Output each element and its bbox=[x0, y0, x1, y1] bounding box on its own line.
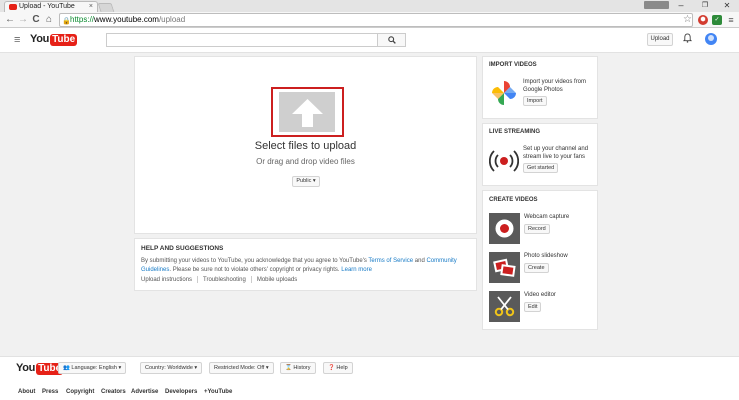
divider bbox=[197, 276, 199, 283]
upload-button[interactable]: Upload bbox=[647, 33, 673, 46]
help-button[interactable]: ❓ Help bbox=[323, 362, 353, 374]
history-button[interactable]: ⌛ History bbox=[280, 362, 316, 374]
country-dropdown[interactable]: Country: Worldwide ▾ bbox=[140, 362, 203, 374]
guide-menu-icon[interactable]: ≡ bbox=[14, 34, 20, 46]
drag-drop-label: Or drag and drop video files bbox=[256, 157, 355, 166]
live-streaming-title: LIVE STREAMING bbox=[489, 129, 541, 135]
back-icon[interactable]: ← bbox=[4, 13, 16, 27]
footer-link-press[interactable]: Press bbox=[42, 389, 58, 395]
lock-icon: 🔒 bbox=[62, 18, 71, 25]
record-button[interactable]: Record bbox=[524, 224, 550, 234]
url-host: www.youtube.com bbox=[94, 15, 159, 24]
mobile-uploads-link[interactable]: Mobile uploads bbox=[257, 277, 297, 283]
import-button[interactable]: Import bbox=[523, 96, 547, 106]
browser-menu-icon[interactable]: ≡ bbox=[725, 13, 737, 27]
logo-you-text: You bbox=[30, 33, 50, 45]
troubleshooting-link[interactable]: Troubleshooting bbox=[203, 277, 246, 283]
help-text-before: By submitting your videos to YouTube, yo… bbox=[141, 258, 369, 264]
select-files-label[interactable]: Select files to upload bbox=[134, 140, 477, 152]
google-photos-icon bbox=[492, 81, 516, 105]
video-editor-scissors-icon bbox=[489, 291, 520, 322]
bookmark-star-icon[interactable]: ☆ bbox=[683, 13, 692, 27]
search-icon bbox=[387, 36, 396, 44]
language-value: Language: English ▾ bbox=[71, 365, 122, 371]
footer-link-advertise[interactable]: Advertise bbox=[131, 389, 158, 395]
divider bbox=[250, 276, 252, 283]
logo-tube-text: Tube bbox=[50, 34, 78, 46]
video-editor-label: Video editor bbox=[524, 292, 556, 298]
minimize-icon[interactable]: – bbox=[672, 0, 690, 11]
search-input[interactable] bbox=[106, 33, 378, 47]
webcam-capture-label: Webcam capture bbox=[524, 214, 570, 220]
home-icon[interactable]: ⌂ bbox=[43, 13, 55, 27]
help-title: HELP AND SUGGESTIONS bbox=[141, 245, 224, 252]
learn-more-link[interactable]: Learn more bbox=[341, 267, 372, 273]
import-videos-title: IMPORT VIDEOS bbox=[489, 62, 537, 68]
edit-button[interactable]: Edit bbox=[524, 302, 542, 312]
get-started-button[interactable]: Get started bbox=[523, 163, 559, 173]
photo-slideshow-icon bbox=[489, 252, 520, 283]
import-videos-description: Import your videos from Google Photos bbox=[523, 79, 587, 93]
live-streaming-description: Set up your channel and stream live to y… bbox=[523, 146, 589, 160]
url-scheme: https:// bbox=[70, 15, 95, 24]
forward-icon[interactable]: → bbox=[17, 13, 29, 27]
search-button[interactable] bbox=[377, 33, 406, 47]
help-links: Upload instructions Troubleshooting Mobile… bbox=[141, 276, 297, 283]
footer-link-copyright[interactable]: Copyright bbox=[66, 389, 94, 395]
notifications-bell-icon[interactable] bbox=[682, 33, 693, 46]
restricted-mode-dropdown[interactable]: Restricted Mode: Off ▾ bbox=[209, 362, 274, 374]
url-path: /upload bbox=[158, 15, 186, 24]
address-bar[interactable]: 🔒 https://www.youtube.com/upload bbox=[59, 13, 693, 27]
help-text-and: and bbox=[413, 258, 427, 264]
terms-of-service-link[interactable]: Terms of Service bbox=[368, 258, 413, 264]
webcam-capture-icon bbox=[489, 213, 520, 244]
new-tab-button[interactable] bbox=[97, 3, 115, 12]
upload-arrow-icon bbox=[292, 99, 323, 127]
upload-instructions-link[interactable]: Upload instructions bbox=[141, 277, 192, 283]
language-dropdown[interactable]: 👥 Language: English ▾ bbox=[58, 362, 127, 374]
footer-link-developers[interactable]: Developers bbox=[165, 389, 197, 395]
tab-close-icon[interactable]: × bbox=[89, 2, 93, 12]
restore-icon[interactable]: ❐ bbox=[696, 0, 714, 11]
reload-icon[interactable]: C bbox=[30, 13, 42, 27]
footer-logo-you-text: You bbox=[16, 362, 36, 374]
create-button[interactable]: Create bbox=[524, 263, 549, 273]
footer-link-about[interactable]: About bbox=[18, 389, 35, 395]
footer-link-creators[interactable]: Creators bbox=[101, 389, 126, 395]
youtube-logo[interactable]: You Tube bbox=[30, 33, 78, 46]
close-window-icon[interactable]: ✕ bbox=[718, 0, 736, 11]
youtube-favicon-icon bbox=[9, 4, 17, 10]
photo-slideshow-label: Photo slideshow bbox=[524, 253, 568, 259]
help-text: By submitting your videos to YouTube, yo… bbox=[141, 257, 473, 274]
help-label: Help bbox=[336, 365, 348, 371]
browser-user-chip[interactable] bbox=[644, 1, 669, 9]
privacy-dropdown[interactable]: Public ▾ bbox=[292, 176, 320, 187]
tab-title: Upload - YouTube bbox=[19, 3, 75, 10]
footer-link-plus-youtube[interactable]: +YouTube bbox=[204, 389, 232, 395]
extension-shield-icon[interactable]: ✓ bbox=[712, 15, 722, 25]
history-label: History bbox=[293, 365, 311, 371]
account-avatar[interactable] bbox=[705, 33, 717, 45]
extension-adblock-icon[interactable]: ⬢ bbox=[698, 15, 708, 25]
create-videos-title: CREATE VIDEOS bbox=[489, 197, 538, 203]
help-text-after: . Please be sure not to violate others' … bbox=[169, 266, 342, 273]
footer-youtube-logo[interactable]: You Tube bbox=[16, 362, 64, 375]
live-broadcast-icon bbox=[489, 150, 519, 172]
browser-tab[interactable]: Upload - YouTube × bbox=[4, 1, 98, 12]
